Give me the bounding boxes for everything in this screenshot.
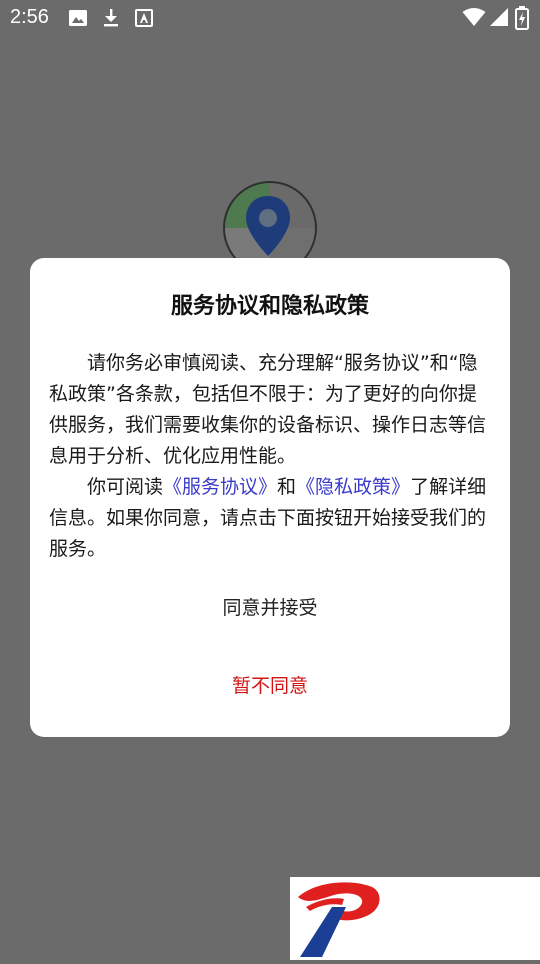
paragraph-2-prefix: 你可阅读 [87,476,164,498]
dialog-paragraph-2: 你可阅读《服务协议》和《隐私政策》了解详细信息。如果你同意，请点击下面按钮开始接… [49,472,495,565]
dialog-title: 服务协议和隐私政策 [170,294,369,319]
service-agreement-link[interactable]: 《服务协议》 [163,476,277,498]
dialog-paragraph-1: 请你务必审慎阅读、充分理解“服务协议”和“隐私政策”各条款，包括但不限于：为了更… [49,352,487,467]
privacy-dialog: 服务协议和隐私政策 请你务必审慎阅读、充分理解“服务协议”和“隐私政策”各条款，… [30,258,510,737]
brand-logo [298,882,380,957]
decline-button[interactable]: 暂不同意 [170,666,370,706]
status-bar: 2:56 [0,0,540,36]
paragraph-2-and: 和 [277,476,297,498]
wifi-icon [462,8,486,26]
font-icon [135,9,153,27]
signal-icon [490,8,508,26]
download-icon [104,9,118,27]
agree-button[interactable]: 同意并接受 [170,588,370,628]
battery-icon [515,6,529,30]
privacy-policy-link[interactable]: 《隐私政策》 [296,476,410,498]
status-time: 2:56 [10,6,49,28]
dialog-body: 请你务必审慎阅读、充分理解“服务协议”和“隐私政策”各条款，包括但不限于：为了更… [49,348,495,565]
logo-panel [290,877,540,960]
image-icon [69,10,87,26]
